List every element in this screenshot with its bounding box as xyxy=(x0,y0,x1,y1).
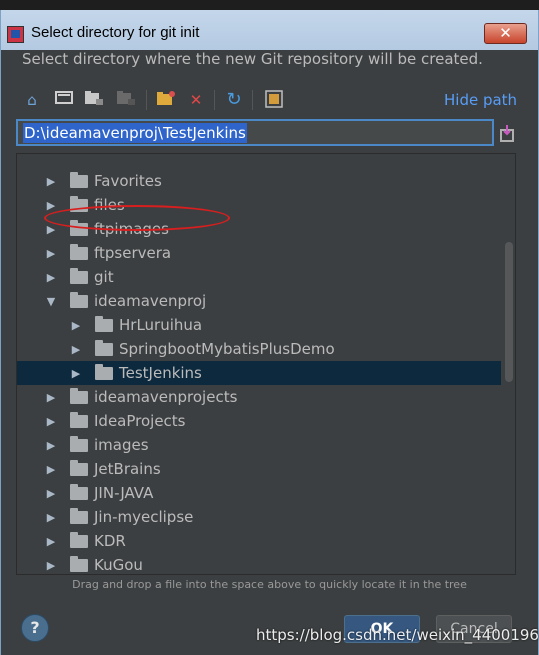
refresh-icon[interactable]: ↻ xyxy=(224,90,244,110)
project-folder-icon[interactable] xyxy=(84,90,104,110)
folder-icon xyxy=(70,244,88,260)
collapse-arrow-icon[interactable]: ▼ xyxy=(45,295,57,308)
folder-icon xyxy=(70,412,88,428)
folder-icon xyxy=(70,556,88,572)
path-history-icon[interactable] xyxy=(499,124,515,142)
tree-scrollbar[interactable] xyxy=(505,242,513,382)
expand-arrow-icon[interactable]: ▶ xyxy=(45,175,57,188)
tree-row-label: images xyxy=(94,436,149,454)
tree-row-label: SpringbootMybatisPlusDemo xyxy=(119,340,335,358)
tree-row[interactable]: ▶ KuGou xyxy=(17,553,501,574)
desktop-icon[interactable] xyxy=(54,90,74,110)
expand-arrow-icon[interactable]: ▶ xyxy=(70,343,82,356)
expand-arrow-icon[interactable]: ▶ xyxy=(45,487,57,500)
tree-row-label: ftpservera xyxy=(94,244,172,262)
tree-row-label: HrLuruihua xyxy=(119,316,203,334)
close-button[interactable]: ✕ xyxy=(484,23,527,44)
home-icon[interactable]: ⌂ xyxy=(22,90,42,110)
tree-row-label: Jin-myeclipse xyxy=(94,508,194,526)
expand-arrow-icon[interactable]: ▶ xyxy=(45,511,57,524)
expand-arrow-icon[interactable]: ▶ xyxy=(45,199,57,212)
folder-icon xyxy=(70,532,88,548)
expand-arrow-icon[interactable]: ▶ xyxy=(70,319,82,332)
folder-icon xyxy=(95,316,113,332)
folder-icon xyxy=(95,340,113,356)
folder-icon xyxy=(70,268,88,284)
new-folder-icon[interactable] xyxy=(156,90,176,110)
title-bar[interactable]: Select directory for git init ✕ xyxy=(1,10,538,50)
tree-row-label: ideamavenproj xyxy=(94,292,207,310)
show-hidden-icon[interactable] xyxy=(264,90,284,110)
tree-row-label: IdeaProjects xyxy=(94,412,186,430)
red-annotation-ellipse xyxy=(44,205,230,231)
delete-icon[interactable]: ✕ xyxy=(186,90,206,110)
folder-icon xyxy=(70,292,88,308)
dialog-title: Select directory for git init xyxy=(31,24,200,41)
expand-arrow-icon[interactable]: ▶ xyxy=(45,391,57,404)
tree-row[interactable]: ▶ JIN-JAVA xyxy=(17,481,501,505)
folder-icon xyxy=(70,436,88,452)
expand-arrow-icon[interactable]: ▶ xyxy=(45,463,57,476)
help-button[interactable]: ? xyxy=(21,614,49,642)
tree-row[interactable]: ▶ JetBrains xyxy=(17,457,501,481)
toolbar-separator xyxy=(214,90,215,110)
folder-icon xyxy=(95,364,113,380)
expand-arrow-icon[interactable]: ▶ xyxy=(45,247,57,260)
tree-row[interactable]: ▶ images xyxy=(17,433,501,457)
expand-arrow-icon[interactable]: ▶ xyxy=(45,535,57,548)
csdn-watermark: https://blog.csdn.net/weixin_44001965 xyxy=(256,626,539,644)
tree-row-label: JetBrains xyxy=(94,460,161,478)
tree-row[interactable]: ▶ SpringbootMybatisPlusDemo xyxy=(17,337,501,361)
drag-drop-hint: Drag and drop a file into the space abov… xyxy=(72,578,467,591)
tree-row-selected[interactable]: ▶ TestJenkins xyxy=(17,361,501,385)
path-field[interactable]: D:\ideamavenproj\TestJenkins xyxy=(16,119,494,146)
tree-row-label: git xyxy=(94,268,114,286)
tree-row-label: KuGou xyxy=(94,556,143,574)
tree-row[interactable]: ▼ ideamavenproj xyxy=(17,289,501,313)
tree-row-label: Favorites xyxy=(94,172,162,190)
toolbar-separator xyxy=(252,90,253,110)
toolbar-separator xyxy=(146,90,147,110)
tree-row-label: KDR xyxy=(94,532,126,550)
folder-icon xyxy=(70,508,88,524)
folder-icon xyxy=(70,484,88,500)
expand-arrow-icon[interactable]: ▶ xyxy=(70,367,82,380)
tree-row[interactable]: ▶ ftpservera xyxy=(17,241,501,265)
expand-arrow-icon[interactable]: ▶ xyxy=(45,271,57,284)
tree-row[interactable]: ▶ IdeaProjects xyxy=(17,409,501,433)
tree-row-label: TestJenkins xyxy=(119,364,202,382)
expand-arrow-icon[interactable]: ▶ xyxy=(45,223,57,236)
hide-path-link[interactable]: Hide path xyxy=(444,91,517,109)
tree-row[interactable]: ▶ Jin-myeclipse xyxy=(17,505,501,529)
module-folder-icon[interactable] xyxy=(116,90,136,110)
tree-row[interactable]: ▶ Favorites xyxy=(17,169,501,193)
intellij-app-icon xyxy=(7,26,24,43)
tree-row[interactable]: ▶ git xyxy=(17,265,501,289)
tree-row[interactable]: ▶ ideamavenprojects xyxy=(17,385,501,409)
folder-icon xyxy=(70,388,88,404)
folder-icon xyxy=(70,460,88,476)
folder-icon xyxy=(70,172,88,188)
tree-row[interactable]: ▶ KDR xyxy=(17,529,501,553)
tree-row-label: ideamavenprojects xyxy=(94,388,238,406)
tree-row[interactable]: ▶ HrLuruihua xyxy=(17,313,501,337)
expand-arrow-icon[interactable]: ▶ xyxy=(45,559,57,572)
path-input-text[interactable]: D:\ideamavenproj\TestJenkins xyxy=(23,123,247,143)
tree-row-label: JIN-JAVA xyxy=(94,484,154,502)
background-strip xyxy=(0,0,539,10)
dialog-description: Select directory where the new Git repos… xyxy=(22,50,483,68)
expand-arrow-icon[interactable]: ▶ xyxy=(45,415,57,428)
expand-arrow-icon[interactable]: ▶ xyxy=(45,439,57,452)
